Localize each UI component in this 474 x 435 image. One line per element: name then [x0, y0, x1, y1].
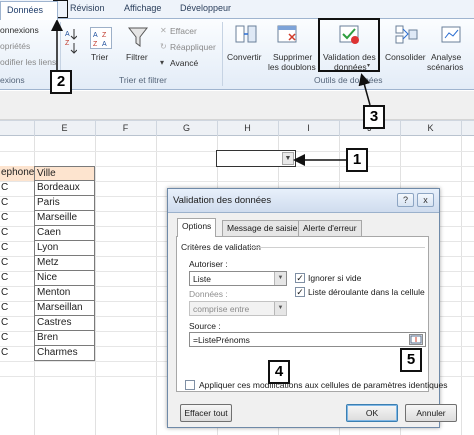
chevron-down-icon[interactable]: ▼ [274, 272, 286, 285]
data-select-value: comprise entre [193, 304, 250, 314]
chevron-down-icon: ▼ [274, 302, 286, 315]
dialog-title: Validation des données [173, 195, 272, 206]
apply-all-label: Appliquer ces modifications aux cellules… [199, 380, 448, 390]
ok-button[interactable]: OK [346, 404, 398, 422]
dialog-title-bar[interactable]: Validation des données ? x [168, 189, 439, 213]
data-validation-dialog: Validation des données ? x Options Messa… [167, 188, 457, 428]
allow-select[interactable]: Liste ▼ [189, 271, 287, 286]
tab-options[interactable]: Options [177, 218, 217, 237]
close-button[interactable]: x [417, 193, 434, 207]
data-label: Données : [189, 289, 228, 299]
tab-input-message[interactable]: Message de saisie [222, 220, 303, 236]
options-panel: Critères de validation Autoriser : Liste… [176, 236, 429, 392]
source-input[interactable]: =ListePrénoms [189, 332, 426, 347]
source-label: Source : [189, 321, 221, 331]
callout-3: 3 [363, 105, 385, 129]
clear-all-button[interactable]: Effacer tout [180, 404, 232, 422]
range-picker-icon[interactable] [409, 334, 423, 345]
callout-4: 4 [268, 360, 290, 384]
divider [249, 247, 425, 248]
cancel-button[interactable]: Annuler [405, 404, 457, 422]
allow-label: Autoriser : [189, 259, 228, 269]
ignore-blank-checkbox[interactable]: ✓ [295, 273, 305, 283]
ignore-blank-label: Ignorer si vide [308, 273, 362, 283]
apply-all-checkbox[interactable] [185, 380, 195, 390]
in-cell-dropdown-checkbox[interactable]: ✓ [295, 287, 305, 297]
callout-5: 5 [400, 348, 422, 372]
callout-2: 2 [50, 70, 72, 94]
help-button[interactable]: ? [397, 193, 414, 207]
data-select: comprise entre ▼ [189, 301, 287, 316]
tab-donnees[interactable]: Données [0, 1, 58, 20]
callout-1: 1 [346, 148, 368, 172]
in-cell-dropdown-label: Liste déroulante dans la cellule [308, 287, 425, 297]
allow-select-value: Liste [193, 274, 211, 284]
source-input-value: =ListePrénoms [193, 335, 250, 345]
tab-error-alert[interactable]: Alerte d'erreur [298, 220, 362, 236]
